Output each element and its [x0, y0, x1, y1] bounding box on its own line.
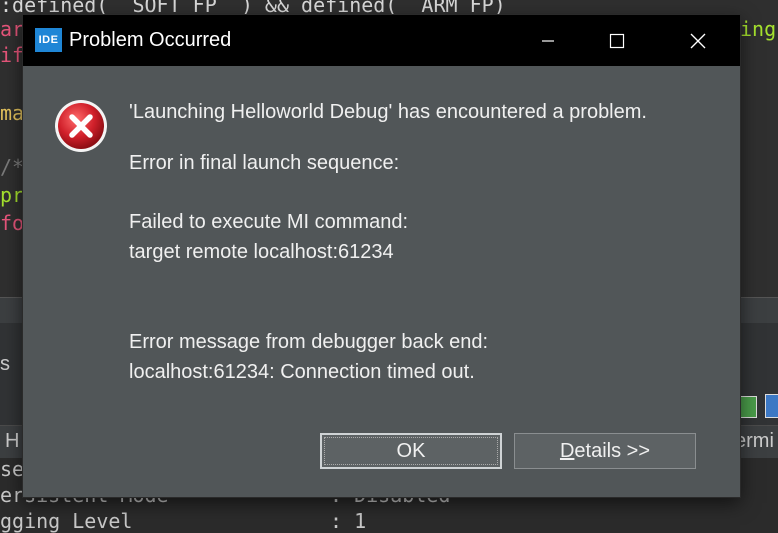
maximize-icon — [609, 33, 625, 48]
toolbar-icon[interactable] — [765, 394, 778, 418]
console-value: : 1 — [330, 509, 367, 533]
error-line: target remote localhost:61234 — [129, 241, 394, 263]
error-icon — [55, 100, 107, 152]
code-line: pr — [0, 183, 25, 207]
maximize-button[interactable] — [588, 15, 646, 66]
ok-button[interactable]: OK — [320, 433, 502, 469]
error-line: Failed to execute MI command: — [129, 211, 409, 233]
view-label: s — [0, 353, 10, 375]
problem-dialog: IDE Problem Occurred 'Launching Hellowor… — [23, 15, 740, 497]
minimize-icon — [542, 39, 554, 42]
console-line: gging Level — [0, 509, 133, 533]
details-mnemonic: D — [559, 439, 575, 462]
error-line: Error in final launch sequence: — [129, 152, 400, 174]
tab-left[interactable]: H — [5, 430, 19, 453]
code-line: /* — [0, 155, 25, 179]
tab-terminal[interactable]: ermi — [735, 430, 774, 453]
error-line: Error message from debugger back end: — [129, 331, 489, 353]
toolbar-icon[interactable] — [737, 396, 757, 418]
ide-icon: IDE — [35, 28, 62, 52]
error-line: localhost:61234: Connection timed out. — [129, 361, 475, 383]
dialog-title: Problem Occurred — [69, 29, 232, 51]
code-fragment: ing — [740, 17, 777, 41]
minimize-button[interactable] — [519, 15, 577, 66]
code-line: ma — [0, 101, 25, 125]
error-header: 'Launching Helloworld Debug' has encount… — [129, 101, 647, 123]
close-icon — [690, 33, 706, 48]
details-button[interactable]: Details >> — [514, 433, 696, 469]
code-line: fo — [0, 211, 25, 235]
close-button[interactable] — [669, 15, 727, 66]
details-label: etails >> — [574, 439, 651, 462]
code-line: if — [0, 43, 25, 67]
code-line: ar — [0, 17, 25, 41]
title-bar[interactable]: IDE Problem Occurred — [23, 15, 740, 66]
